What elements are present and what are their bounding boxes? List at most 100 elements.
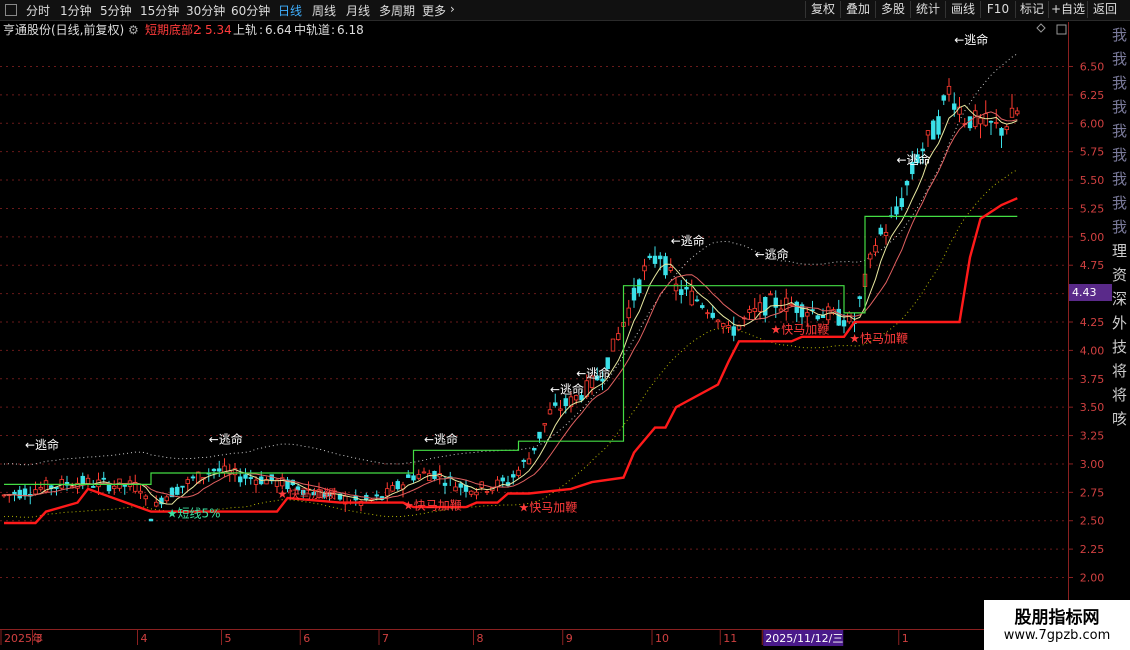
candle-body <box>631 287 637 301</box>
candle-body <box>952 103 957 110</box>
candle-body <box>563 398 568 407</box>
y-tick-label: 2.25 <box>1080 543 1105 556</box>
candle-body <box>542 423 547 426</box>
candle-body <box>841 320 847 327</box>
candle-body <box>416 474 421 479</box>
candle-body <box>983 113 988 126</box>
right-edge-char: 将 <box>1112 386 1128 404</box>
candle-body <box>836 308 841 326</box>
candle-body <box>537 431 542 439</box>
candle-body <box>778 308 784 312</box>
x-tick-label: 10 <box>655 632 669 645</box>
right-edge-char: 咳 <box>1112 410 1128 428</box>
candle-body <box>511 474 516 478</box>
candle-body <box>516 469 521 477</box>
candle-body <box>500 477 505 482</box>
candle-body <box>91 486 96 488</box>
candle-body <box>453 486 458 492</box>
candle-body <box>101 477 106 480</box>
x-tick-label: 1 <box>902 632 909 645</box>
chart-annotation: ←逃命 <box>755 246 789 261</box>
right-edge-panel: 我我我我我我我我我理资深外技将将咳 <box>1110 22 1130 592</box>
y-tick-label: 5.00 <box>1080 231 1105 244</box>
candle-body <box>469 490 474 495</box>
candle-body <box>878 227 883 235</box>
right-edge-char: 我 <box>1112 122 1128 140</box>
watermark-url: www.7gpzb.com <box>1003 628 1111 643</box>
candle-body <box>143 495 148 500</box>
y-tick-label: 6.50 <box>1080 61 1105 74</box>
y-tick-label: 3.75 <box>1080 373 1105 386</box>
watermark-logo: 股朋指标网 www.7gpzb.com <box>984 600 1130 650</box>
candle-body <box>138 490 143 494</box>
kline-chart[interactable]: ←逃命 ←逃命 ←逃命←逃命←逃命←逃命←逃命←逃命←逃命★短线5%★快马加鞭★快马… <box>0 0 1130 650</box>
candle-body <box>679 289 684 295</box>
right-edge-char: 我 <box>1112 170 1128 188</box>
candle-body <box>941 95 946 101</box>
candle-body <box>33 489 38 495</box>
watermark-title: 股朋指标网 <box>1014 608 1100 628</box>
x-tick-label: 4 <box>141 632 148 645</box>
candle-body <box>694 299 700 302</box>
x-tick-label: 5 <box>225 632 232 645</box>
candle-body <box>642 265 647 272</box>
candle-body <box>154 501 159 507</box>
candle-body <box>175 486 180 495</box>
candle-body <box>805 312 810 317</box>
candle-body <box>521 459 526 462</box>
y-tick-label: 4.25 <box>1080 316 1105 329</box>
candle-body <box>243 474 248 479</box>
candle-body <box>164 496 169 502</box>
candle-body <box>999 128 1004 136</box>
candle-body <box>747 309 752 313</box>
candle-body <box>616 333 621 340</box>
candle-body <box>705 312 710 315</box>
candle-body <box>211 468 217 472</box>
candle-body <box>789 303 794 306</box>
chart-annotation: ★快马加鞭 <box>849 331 908 345</box>
candle-body <box>668 267 673 271</box>
chart-annotation: ←逃命 <box>209 432 243 447</box>
candle-body <box>626 307 631 319</box>
candle-body <box>768 293 773 296</box>
candle-body <box>899 198 904 207</box>
candle-body <box>663 256 668 276</box>
candle-body <box>185 479 190 484</box>
chart-annotation: ★快马加鞭 <box>771 322 830 336</box>
right-edge-char: 深 <box>1112 290 1128 308</box>
candle-body <box>637 279 642 294</box>
right-edge-char: 我 <box>1112 98 1128 116</box>
candle-body <box>763 297 768 316</box>
candle-body <box>427 473 432 481</box>
chart-annotation: ★快马加鞭 <box>403 498 462 512</box>
x-tick-label: 6 <box>303 632 310 645</box>
candle-body <box>610 338 616 352</box>
candle-body <box>973 110 978 128</box>
chart-annotation: ←逃命 <box>25 437 59 452</box>
candle-body <box>726 325 731 328</box>
y-tick-label: 5.50 <box>1080 174 1105 187</box>
right-edge-char: 资 <box>1112 266 1128 284</box>
candle-body <box>815 315 820 320</box>
right-edge-char: 外 <box>1112 314 1128 332</box>
current-price-badge: 4.43 <box>1069 284 1112 301</box>
chart-annotation: ←逃命 <box>424 432 458 447</box>
y-tick-label: 5.25 <box>1080 202 1105 215</box>
candle-body <box>553 402 558 406</box>
candle-body <box>385 488 390 497</box>
right-edge-char: 技 <box>1112 338 1128 356</box>
candle-body <box>925 130 931 136</box>
candle-body <box>883 232 889 236</box>
candle-body <box>794 301 799 313</box>
candle-body <box>931 120 936 140</box>
chart-annotation: ←逃命 <box>954 32 988 47</box>
candle-body <box>190 476 196 479</box>
candle-body <box>148 518 154 522</box>
candle-body <box>936 116 941 135</box>
x-tick-label: 11 <box>723 632 737 645</box>
candle-body <box>458 483 463 488</box>
candle-body <box>689 290 694 306</box>
candle-body <box>217 468 222 472</box>
candle-body <box>946 85 952 95</box>
candle-body <box>652 255 658 264</box>
